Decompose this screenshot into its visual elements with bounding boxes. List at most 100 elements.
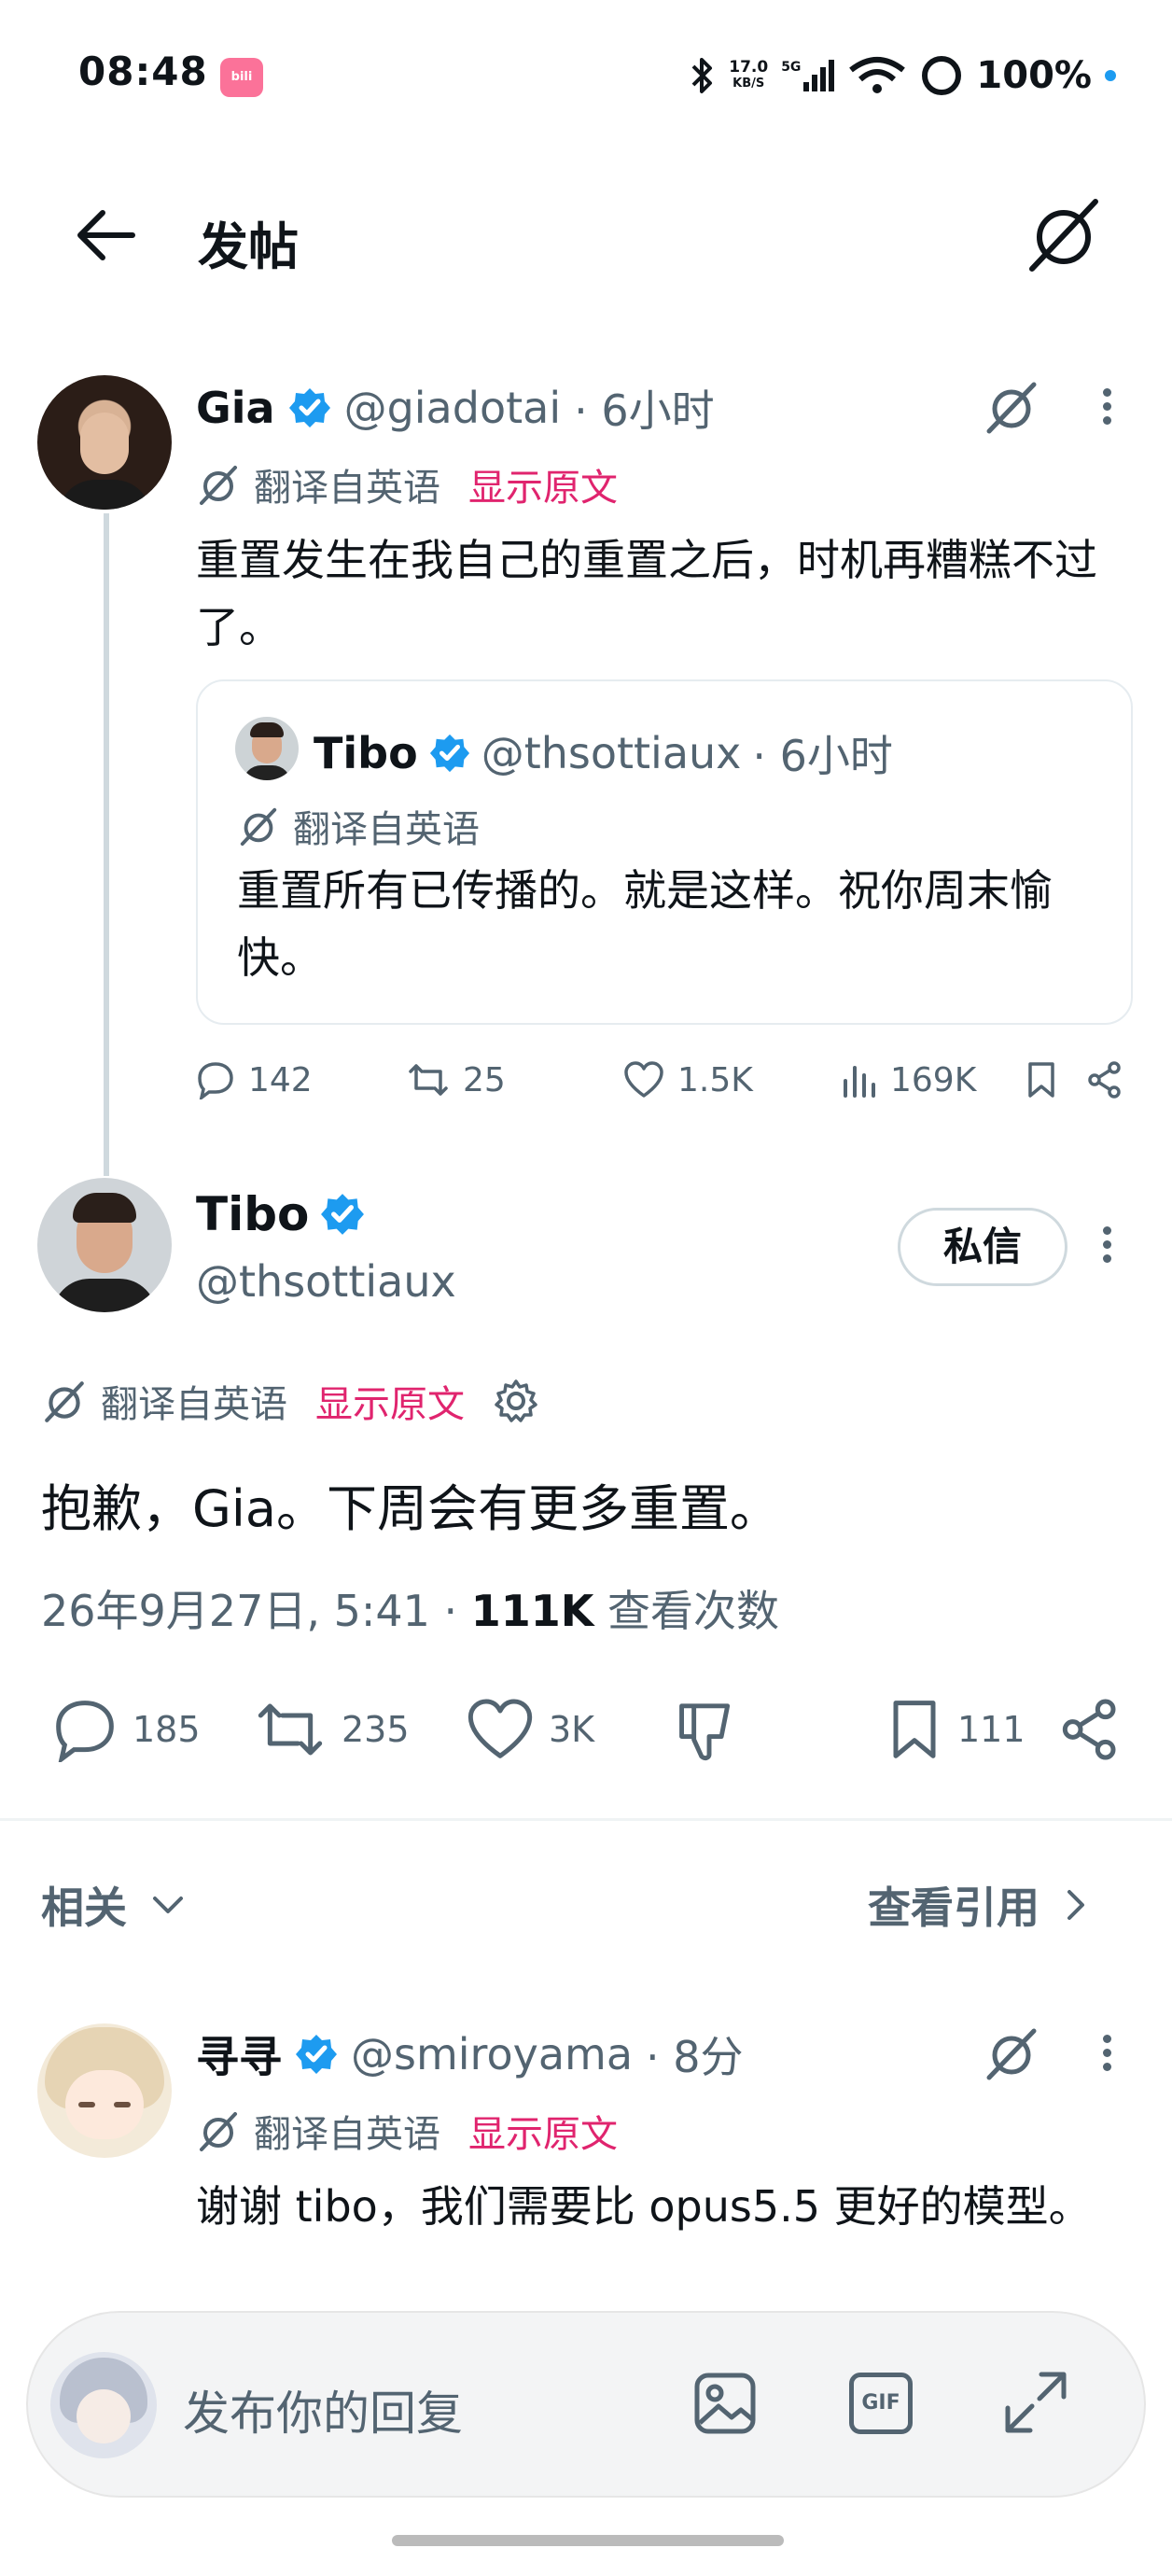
battery-percent: 100% (976, 54, 1092, 97)
main-translated-label: 翻译自英语 (101, 1383, 287, 1426)
reply-author-name[interactable]: 寻寻 (196, 2023, 282, 2085)
main-author-handle[interactable]: @thsottiaux (196, 1256, 456, 1307)
translate-icon (240, 807, 277, 847)
translate-icon (200, 466, 237, 505)
main-like-button[interactable]: 3K (465, 1697, 594, 1762)
bookmark-icon[interactable] (1025, 1060, 1058, 1099)
view-quotes-label: 查看引用 (868, 1883, 1039, 1933)
translation-row: 翻译自英语 显示原文 (196, 457, 618, 511)
views-chart-icon (844, 1066, 875, 1098)
tibo-quote-avatar (235, 717, 299, 780)
bookmark-icon (893, 1701, 936, 1758)
repost-count: 25 (463, 1060, 506, 1099)
reply-text: 谢谢 tibo，我们需要比 opus5.5 更好的模型。 (196, 2181, 1092, 2232)
reply-count: 142 (248, 1060, 313, 1099)
main-reply-button[interactable]: 185 (50, 1697, 201, 1762)
quote-time: · 6小时 (752, 731, 893, 781)
share-icon[interactable] (1058, 1697, 1122, 1762)
main-author-name[interactable]: Tibo (196, 1187, 309, 1241)
chevron-right-icon (1067, 1890, 1084, 1920)
more-options-icon[interactable] (1095, 1221, 1118, 1268)
post-time: · 6小时 (574, 385, 715, 436)
verified-badge-icon (296, 2035, 337, 2074)
top-app-bar (0, 168, 1172, 336)
main-author-row: Tibo (196, 1187, 365, 1241)
network-speed: 17.0 KB/S (729, 58, 769, 91)
section-divider (0, 1818, 1172, 1821)
more-options-icon[interactable] (1095, 2029, 1118, 2077)
repost-button[interactable]: 25 (407, 1060, 506, 1099)
main-like-count: 3K (549, 1709, 595, 1750)
post-meta-row: 26年9月27日, 5:41 · 111K 查看次数 (41, 1577, 779, 1639)
status-icons: 17.0 KB/S 5G 100% (690, 50, 1116, 101)
views-button[interactable]: 169K (842, 1060, 976, 1099)
bilibili-notification-icon: bili (220, 58, 263, 97)
translate-icon (200, 2112, 237, 2151)
bluetooth-icon (691, 58, 713, 93)
gia-avatar[interactable] (37, 375, 172, 510)
quote-text: 重置所有已传播的。就是这样。祝你周末愉快。 (237, 865, 1053, 983)
expand-icon[interactable] (1002, 2369, 1069, 2436)
main-post-text: 抱歉，Gia。下周会有更多重置。 (41, 1479, 780, 1538)
chevron-down-icon (153, 1897, 183, 1913)
quote-header: Tibo @thsottiaux · 6小时 (314, 722, 893, 784)
reply-author-handle[interactable]: @smiroyama (351, 2029, 633, 2079)
reply-input[interactable]: 发布你的回复 (183, 2376, 463, 2443)
status-dot (1105, 70, 1116, 81)
share-icon[interactable] (1086, 1060, 1123, 1099)
heart-icon (467, 1699, 533, 1758)
view-quotes-link[interactable]: 查看引用 (868, 1874, 1090, 1936)
like-count: 1.5K (677, 1060, 753, 1099)
verified-badge-icon (321, 1194, 365, 1235)
reply-button[interactable]: 142 (196, 1060, 313, 1099)
reply-show-original-link[interactable]: 显示原文 (468, 2104, 618, 2158)
repost-icon (258, 1703, 323, 1756)
like-button[interactable]: 1.5K (623, 1060, 753, 1099)
back-arrow-icon[interactable] (73, 207, 136, 263)
image-icon[interactable] (692, 2371, 758, 2436)
status-time: 08:48 (78, 49, 208, 94)
main-bookmark-count: 111 (957, 1709, 1026, 1750)
verified-badge-icon (288, 388, 330, 427)
show-original-link[interactable]: 显示原文 (468, 457, 618, 511)
cellular-signal-icon: 5G (781, 60, 835, 91)
verified-badge-icon (429, 734, 469, 773)
dislike-icon[interactable] (676, 1697, 743, 1764)
translated-label: 翻译自英语 (254, 467, 440, 510)
grok-icon[interactable] (984, 2025, 1039, 2081)
quote-translated-label: 翻译自英语 (293, 808, 480, 851)
gif-button[interactable]: GIF (849, 2373, 913, 2434)
grok-icon[interactable] (984, 379, 1039, 435)
battery-icon (922, 56, 962, 95)
thread-connector-line (104, 513, 109, 1176)
post-text: 重置发生在我自己的重置之后，时机再糟糕不过了。 (196, 535, 1097, 652)
related-label: 相关 (41, 1883, 127, 1933)
gear-icon[interactable] (493, 1378, 539, 1424)
post-date: 26年9月27日, 5:41 · (41, 1586, 458, 1636)
author-name[interactable]: Gia (196, 383, 275, 433)
my-avatar[interactable] (50, 2352, 157, 2458)
direct-message-button[interactable]: 私信 (898, 1208, 1067, 1286)
reply-icon (56, 1701, 114, 1762)
tibo-avatar[interactable] (37, 1178, 172, 1312)
post-views-label[interactable]: 查看次数 (607, 1586, 779, 1636)
author-handle[interactable]: @giadotai (344, 383, 562, 433)
reply-translated-label: 翻译自英语 (254, 2113, 440, 2156)
heart-icon (624, 1061, 663, 1098)
grok-icon[interactable] (1025, 196, 1103, 274)
more-options-icon[interactable] (1095, 383, 1118, 430)
reply-time: · 8分 (646, 2032, 744, 2082)
main-repost-count: 235 (342, 1709, 410, 1750)
reply-post-header: 寻寻 @smiroyama · 8分 (196, 2023, 744, 2085)
related-dropdown[interactable]: 相关 (41, 1874, 187, 1936)
main-reply-count: 185 (133, 1709, 201, 1750)
gia-post-header: Gia @giadotai · 6小时 (196, 377, 715, 439)
home-indicator[interactable] (392, 2535, 784, 2546)
translate-icon (45, 1381, 84, 1422)
main-show-original-link[interactable]: 显示原文 (315, 1374, 465, 1428)
xunxun-avatar[interactable] (37, 2023, 172, 2158)
page-title: 发帖 (198, 217, 299, 276)
main-bookmark-button[interactable]: 111 (885, 1697, 1026, 1762)
main-repost-button[interactable]: 235 (252, 1697, 410, 1762)
post-views-count[interactable]: 111K (471, 1586, 594, 1636)
